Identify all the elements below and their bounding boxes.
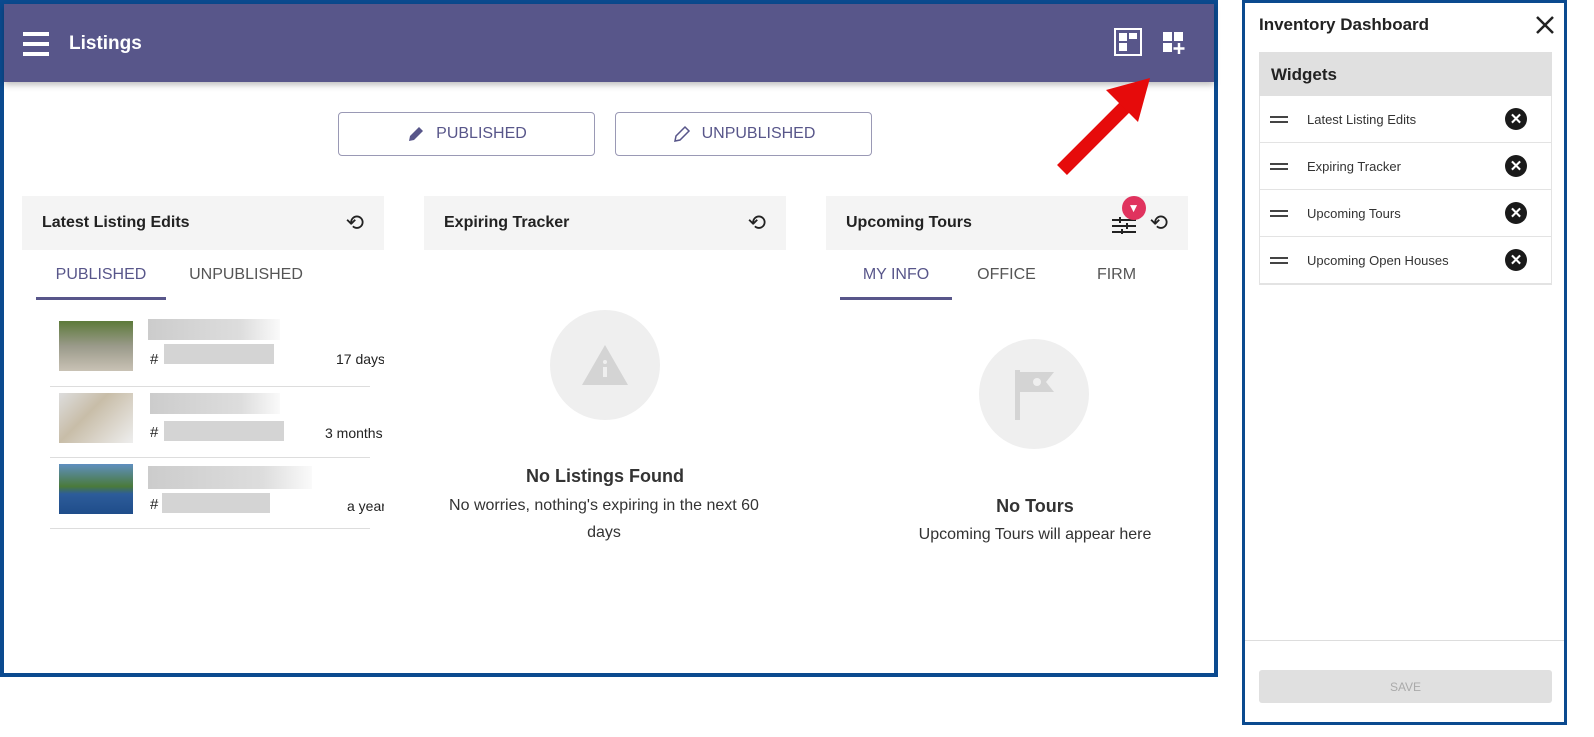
- widget-title: Upcoming Tours: [846, 214, 972, 231]
- listing-thumbnail: [59, 321, 133, 371]
- tab-my-info[interactable]: MY INFO: [840, 266, 952, 300]
- listing-hash: #: [150, 496, 159, 513]
- listings-window: Listings PUBLISHED UNPUBLISHED Latest Li…: [0, 0, 1218, 677]
- inventory-dashboard-panel: Inventory Dashboard Widgets Latest Listi…: [1242, 0, 1567, 725]
- app-header: Listings: [4, 4, 1214, 82]
- widget-item[interactable]: Latest Listing Edits ✕: [1260, 96, 1551, 143]
- latest-listing-edits-header: Latest Listing Edits ⟲: [22, 196, 384, 250]
- tab-firm[interactable]: FIRM: [1064, 266, 1169, 284]
- listing-hash: #: [150, 424, 159, 441]
- listing-age: a year: [347, 498, 384, 514]
- widget-item-label: Upcoming Tours: [1307, 205, 1401, 221]
- save-button[interactable]: SAVE: [1259, 670, 1552, 703]
- close-icon[interactable]: [1535, 15, 1555, 35]
- redacted-id: [164, 421, 284, 441]
- listing-age: 3 months: [325, 425, 383, 441]
- unpublished-label: UNPUBLISHED: [701, 125, 816, 142]
- empty-text: No worries, nothing's expiring in the ne…: [449, 497, 759, 541]
- published-label: PUBLISHED: [436, 125, 527, 142]
- refresh-icon[interactable]: ⟲: [346, 210, 364, 236]
- page-title: Listings: [69, 33, 142, 54]
- drag-handle-icon[interactable]: [1270, 254, 1288, 267]
- redacted-address: [148, 319, 280, 340]
- redacted-id: [164, 344, 274, 364]
- dashboard-layout-icon[interactable]: [1114, 28, 1142, 56]
- list-item[interactable]: # a year: [50, 458, 384, 529]
- refresh-icon[interactable]: ⟲: [1150, 210, 1168, 236]
- add-widget-icon[interactable]: [1162, 31, 1188, 57]
- widget-item[interactable]: Upcoming Open Houses ✕: [1260, 237, 1551, 284]
- drag-handle-icon[interactable]: [1270, 113, 1288, 126]
- expiring-tracker-header: Expiring Tracker ⟲: [424, 196, 786, 250]
- panel-title: Inventory Dashboard: [1259, 15, 1430, 34]
- redacted-id: [162, 493, 270, 513]
- empty-title: No Tours: [996, 496, 1074, 516]
- remove-icon[interactable]: ✕: [1505, 155, 1527, 177]
- remove-icon[interactable]: ✕: [1505, 108, 1527, 130]
- warning-icon: [550, 310, 660, 420]
- hamburger-menu-icon[interactable]: [23, 32, 49, 56]
- widget-item-label: Upcoming Open Houses: [1307, 252, 1449, 268]
- tab-published[interactable]: PUBLISHED: [36, 266, 166, 300]
- filter-badge-icon[interactable]: ▼: [1121, 196, 1146, 220]
- widget-title: Expiring Tracker: [444, 214, 570, 231]
- pencil-icon: [409, 127, 424, 141]
- widget-item[interactable]: Upcoming Tours ✕: [1260, 190, 1551, 237]
- redacted-address: [148, 466, 312, 489]
- widget-title: Latest Listing Edits: [42, 214, 190, 231]
- list-item[interactable]: # 3 months: [50, 387, 383, 458]
- listing-thumbnail: [59, 393, 133, 443]
- listing-age: 17 days: [336, 351, 384, 367]
- pencil-outline-icon: [673, 125, 690, 142]
- listing-hash: #: [150, 351, 159, 368]
- redacted-address: [150, 393, 280, 414]
- flag-icon: [979, 339, 1089, 449]
- widgets-section-header: Widgets: [1259, 52, 1552, 96]
- widget-item-label: Expiring Tracker: [1307, 158, 1401, 174]
- empty-text: Upcoming Tours will appear here: [918, 526, 1152, 543]
- upcoming-tours-header: Upcoming Tours ▼ ⟲: [826, 196, 1188, 250]
- red-arrow-annotation: [1057, 78, 1150, 175]
- tab-unpublished[interactable]: UNPUBLISHED: [176, 266, 316, 284]
- remove-icon[interactable]: ✕: [1505, 202, 1527, 224]
- refresh-icon[interactable]: ⟲: [748, 210, 766, 236]
- tab-office[interactable]: OFFICE: [954, 266, 1059, 284]
- drag-handle-icon[interactable]: [1270, 207, 1288, 220]
- drag-handle-icon[interactable]: [1270, 160, 1288, 173]
- list-item[interactable]: # 17 days: [50, 316, 384, 387]
- remove-icon[interactable]: ✕: [1505, 249, 1527, 271]
- listing-thumbnail: [59, 464, 133, 514]
- widget-list: Latest Listing Edits ✕ Expiring Tracker ✕ …: [1259, 96, 1552, 285]
- empty-title: No Listings Found: [526, 466, 684, 486]
- divider: [1245, 640, 1564, 641]
- unpublished-button[interactable]: UNPUBLISHED: [615, 112, 872, 156]
- widget-item-label: Latest Listing Edits: [1307, 111, 1417, 127]
- published-button[interactable]: PUBLISHED: [338, 112, 595, 156]
- widget-item[interactable]: Expiring Tracker ✕: [1260, 143, 1551, 190]
